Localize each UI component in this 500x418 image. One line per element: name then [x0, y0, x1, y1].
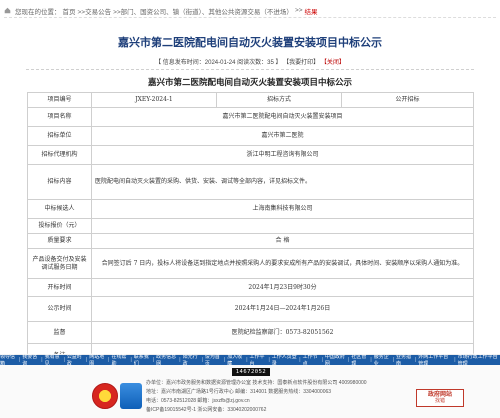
footer-link[interactable]: 设为首页 — [205, 353, 222, 367]
row-value: 合 格 — [91, 233, 474, 249]
table-row: 质量要求 合 格 — [27, 233, 474, 249]
table-row: 公示时间 2024年1月24日—2024年1月26日 — [27, 296, 474, 322]
footer-link[interactable]: 服务企业 — [374, 353, 391, 367]
close-button[interactable]: 【关闭】 — [321, 60, 345, 66]
row-label: 招标单位 — [27, 126, 92, 146]
table-row: 监督 医院纪检监察部门：0573-82051562 — [27, 321, 474, 344]
footer-nav: 领导信箱 | 我要咨询 | 我有意见 | 公益时政 | 网站地图 | 在线帮助 | 联系我们… — [0, 353, 500, 367]
footer-link[interactable]: 工作人员登录 — [272, 353, 297, 367]
footer-link[interactable]: 业务指南 — [396, 353, 413, 367]
breadcrumb-announcements-link[interactable]: >>交易公告 — [78, 6, 112, 16]
footer-link[interactable]: 市场行政工作平台管理 — [458, 353, 500, 367]
footer-info: 办单位：嘉兴市政务服务和数据资源管理办公室 技术支持：国泰新点软件股份有限公司 … — [146, 379, 386, 415]
breadcrumb-current: 结果 — [304, 8, 318, 16]
footer-link[interactable]: 网站地图 — [89, 353, 106, 367]
row-label: 公示时间 — [27, 296, 92, 322]
footer-link[interactable]: 工作平台 — [250, 353, 267, 367]
row-value: JXEY-2024-1 — [91, 92, 217, 108]
report-error-badge[interactable]: 政府网站 找错 — [416, 389, 464, 407]
row-value: 医院纪检监察部门：0573-82051562 — [91, 321, 474, 344]
footer-link[interactable]: 公益时政 — [67, 353, 84, 367]
breadcrumb-separator: >> — [294, 7, 303, 14]
page-title: 嘉兴市第二医院配电间自动灭火装置安装项目中标公示 — [118, 37, 382, 49]
footer-link[interactable]: 我要咨询 — [22, 353, 39, 367]
table-title: 嘉兴市第二医院配电间自动灭火装置安装项目中标公示 — [147, 77, 352, 87]
table-row: 项目编号 JXEY-2024-1 招标方式 公开招标 — [27, 92, 474, 108]
table-row: 投标报价（元） — [27, 218, 474, 234]
footer-link[interactable]: 联系我们 — [134, 353, 151, 367]
row-value: 2024年1月24日—2024年1月26日 — [91, 296, 474, 322]
row-label: 产品设备交付及安装调试服务日期 — [27, 248, 92, 279]
footer-link[interactable]: 中国政府网 — [325, 353, 346, 367]
row-label: 投标报价（元） — [27, 218, 92, 234]
visit-counter: 14672052 — [232, 368, 270, 376]
row-value: 2024年1月23日9时30分 — [91, 278, 474, 297]
breadcrumb-home-link[interactable]: 首页 — [63, 6, 76, 16]
footer-link[interactable]: 社区管理 — [351, 353, 368, 367]
site-logo-icon — [120, 383, 142, 409]
publish-info: 【 信息发布时间：2024-01-24 阅读次数：35 】 — [155, 60, 282, 66]
row-value — [91, 218, 474, 234]
row-label: 中标候选人 — [27, 199, 92, 219]
footer-phone: 电话：0573-82512028 邮箱：jsxzfb@zj.gov.cn — [146, 398, 250, 404]
footer-link[interactable]: 领导信箱 — [0, 353, 17, 367]
row-value: 嘉兴市第二医院配电间自动灭火装置安装项目 — [91, 107, 474, 127]
breadcrumb-prefix: 您现在的位置： — [15, 8, 61, 16]
footer-address: 地址：嘉兴市南湖区广场路1号行政中心 邮编：314001 数据服务热线：3304… — [146, 389, 332, 395]
footer-icp[interactable]: 备ICP备19015542号-1 浙公网安备：33040202000762 — [146, 406, 386, 415]
divider — [26, 69, 474, 70]
bid-result-table: 项目编号 JXEY-2024-1 招标方式 公开招标 项目名称 嘉兴市第二医院配… — [27, 92, 474, 368]
footer-link[interactable]: 工作节点 — [303, 353, 320, 367]
footer-sponsor: 办单位：嘉兴市政务服务和数据资源管理办公室 技术支持：国泰新点软件股份有限公司 … — [146, 380, 367, 386]
table-row: 项目名称 嘉兴市第二医院配电间自动灭火装置安装项目 — [27, 107, 474, 127]
row-label: 招标代理机构 — [27, 145, 92, 165]
footer-link[interactable]: 加入收藏 — [227, 353, 244, 367]
table-row: 中标候选人 上海南集科技有限公司 — [27, 199, 474, 219]
row-label: 招标内容 — [27, 164, 92, 200]
footer-link[interactable]: 政务信息网 — [156, 353, 177, 367]
badge-subtitle: 找错 — [434, 398, 445, 404]
row-label: 监督 — [27, 321, 92, 344]
row-label: 项目名称 — [27, 107, 92, 127]
footer-link[interactable]: 在线帮助 — [111, 353, 128, 367]
row-value: 合同签订后 7 日内，投标人将设备送到指定地点并按照采购人的要求安成所有产品的安… — [91, 248, 474, 279]
row-label: 招标方式 — [216, 92, 342, 108]
footer-link[interactable]: 阳光行政 — [183, 353, 200, 367]
row-label: 质量要求 — [27, 233, 92, 249]
footer-link[interactable]: 外网工作平台管理 — [418, 353, 452, 367]
breadcrumb: 您现在的位置： 首页 >>交易公告 >>部门、国资公司、镇（街道）、其他公共资源… — [4, 4, 496, 18]
row-value: 医院配电间自动灭火装置的采购、供货、安装、调试等全部内容，详见招标文件。 — [91, 164, 474, 200]
table-row: 招标单位 嘉兴市第二医院 — [27, 126, 474, 146]
table-row: 招标代理机构 浙江中明工程咨询有限公司 — [27, 145, 474, 165]
print-button[interactable]: 【我要打印】 — [283, 60, 319, 66]
row-value: 浙江中明工程咨询有限公司 — [91, 145, 474, 165]
table-row: 产品设备交付及安装调试服务日期 合同签订后 7 日内，投标人将设备送到指定地点并… — [27, 248, 474, 279]
government-emblem-icon — [92, 383, 118, 409]
footer-link[interactable]: 我有意见 — [45, 353, 62, 367]
announcement-meta: 【 信息发布时间：2024-01-24 阅读次数：35 】 【我要打印】 【关闭… — [0, 57, 500, 66]
table-row: 招标内容 医院配电间自动灭火装置的采购、供货、安装、调试等全部内容，详见招标文件… — [27, 164, 474, 200]
row-value: 嘉兴市第二医院 — [91, 126, 474, 146]
row-value: 公开招标 — [341, 92, 474, 108]
breadcrumb-category-link[interactable]: >>部门、国资公司、镇（街道）、其他公共资源交易（不进场） — [113, 6, 293, 16]
row-label: 开标时间 — [27, 278, 92, 297]
home-icon — [4, 7, 11, 14]
row-value: 上海南集科技有限公司 — [91, 199, 474, 219]
row-label: 项目编号 — [27, 92, 92, 108]
table-row: 开标时间 2024年1月23日9时30分 — [27, 278, 474, 297]
